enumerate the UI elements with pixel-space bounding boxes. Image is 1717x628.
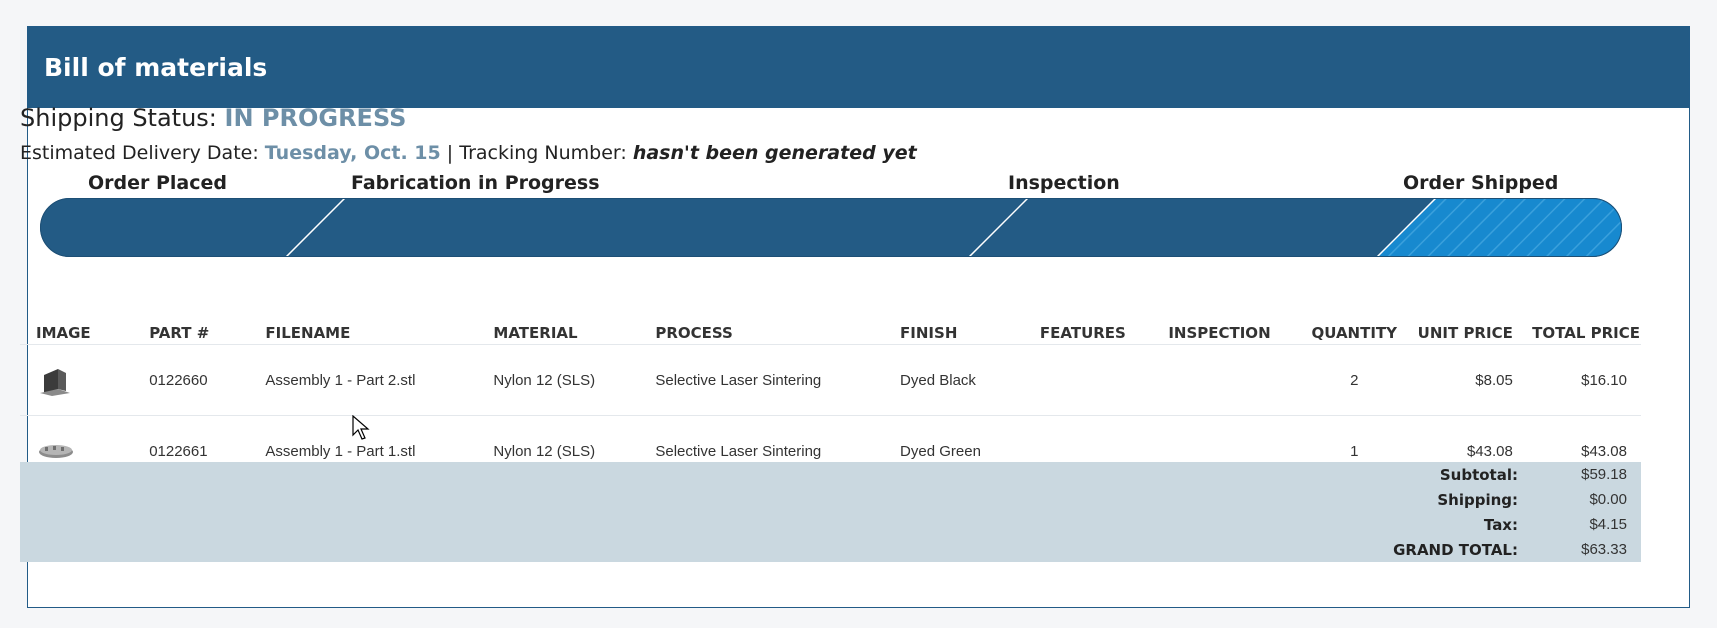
col-part: PART # xyxy=(149,318,266,345)
table-header-row: IMAGE PART # FILENAME MATERIAL PROCESS F… xyxy=(20,318,1641,345)
tracking-value: hasn't been generated yet xyxy=(632,142,917,164)
step-inspection: Inspection xyxy=(1008,172,1120,194)
process: Selective Laser Sintering xyxy=(655,344,901,416)
delivery-label: Estimated Delivery Date: xyxy=(20,142,259,164)
finish: Dyed Black xyxy=(900,344,1040,416)
col-material: MATERIAL xyxy=(493,318,656,345)
col-filename: FILENAME xyxy=(265,318,494,345)
tax-value: $4.15 xyxy=(1589,516,1627,533)
col-image: IMAGE xyxy=(20,318,150,345)
col-unit-price: UNIT PRICE xyxy=(1400,318,1513,345)
shipping-value: $0.00 xyxy=(1589,491,1627,508)
tracking-label: Tracking Number: xyxy=(459,142,627,164)
col-finish: FINISH xyxy=(900,318,1040,345)
part-number: 0122660 xyxy=(149,344,266,416)
part-image[interactable] xyxy=(20,344,150,416)
shipping-label: Shipping: xyxy=(1437,490,1518,509)
tax-row: Tax: $4.15 xyxy=(1318,512,1627,537)
material: Nylon 12 (SLS) xyxy=(493,344,656,416)
grand-total-value: $63.33 xyxy=(1581,541,1627,558)
table-row[interactable]: 0122660 Assembly 1 - Part 2.stl Nylon 12… xyxy=(20,344,1641,416)
unit-price: $8.05 xyxy=(1400,344,1513,416)
panel-title: Bill of materials xyxy=(28,27,1689,108)
step-order-shipped: Order Shipped xyxy=(1403,172,1559,194)
inspection xyxy=(1168,344,1308,416)
shipping-status-value: IN PROGRESS xyxy=(224,104,407,132)
order-summary: Subtotal: $59.18 Shipping: $0.00 Tax: $4… xyxy=(20,462,1641,562)
subtotal-label: Subtotal: xyxy=(1439,465,1518,484)
col-process: PROCESS xyxy=(655,318,901,345)
filename: Assembly 1 - Part 2.stl xyxy=(265,344,494,416)
separator: | xyxy=(446,142,454,164)
step-fabrication: Fabrication in Progress xyxy=(351,172,600,194)
step-order-placed: Order Placed xyxy=(88,172,228,194)
shipping-progress-bar xyxy=(40,198,1622,258)
delivery-info: Estimated Delivery Date: Tuesday, Oct. 1… xyxy=(20,142,917,164)
shipping-row: Shipping: $0.00 xyxy=(1318,487,1627,512)
subtotal-row: Subtotal: $59.18 xyxy=(1318,462,1627,487)
bracket-part-icon xyxy=(40,369,70,396)
col-features: FEATURES xyxy=(1039,318,1169,345)
shipping-status-label: Shipping Status: xyxy=(20,104,217,132)
delivery-date: Tuesday, Oct. 15 xyxy=(264,142,441,164)
col-quantity: QUANTITY xyxy=(1307,318,1401,345)
grand-total-label: GRAND TOTAL: xyxy=(1393,540,1518,559)
subtotal-value: $59.18 xyxy=(1581,466,1627,483)
mouse-cursor-icon xyxy=(352,415,370,440)
col-inspection: INSPECTION xyxy=(1168,318,1308,345)
features xyxy=(1039,344,1169,416)
tax-label: Tax: xyxy=(1483,515,1518,534)
quantity: 2 xyxy=(1307,344,1401,416)
total-price: $16.10 xyxy=(1512,344,1641,416)
grand-total-row: GRAND TOTAL: $63.33 xyxy=(1318,537,1627,562)
shipping-status: Shipping Status: IN PROGRESS xyxy=(20,104,406,132)
col-total-price: TOTAL PRICE xyxy=(1512,318,1641,345)
